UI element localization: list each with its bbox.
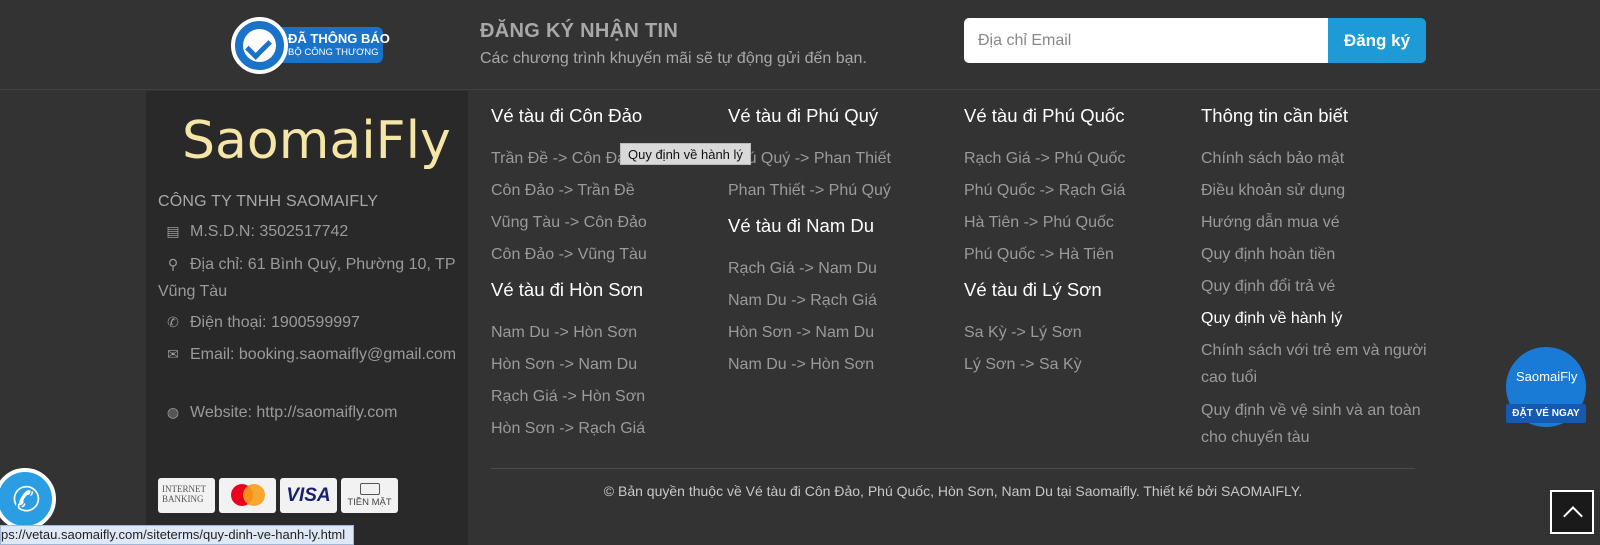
internet-banking-label: INTERNET BANKING	[162, 484, 206, 504]
cash-icon	[360, 483, 380, 495]
link-nam-du-hon-son-2[interactable]: Nam Du -> Hòn Sơn	[728, 351, 958, 383]
website-row: ◍ Website: http://saomaifly.com	[158, 399, 458, 426]
link-phu-quoc-ha-tien[interactable]: Phú Quốc -> Hà Tiên	[964, 241, 1194, 273]
mastercard-logo	[219, 478, 276, 513]
link-hygiene-safety-policy[interactable]: Quy định về vệ sinh và an toàn cho chuyế…	[1201, 397, 1441, 451]
copyright-text: © Bản quyền thuộc về Vé tàu đi Côn Đảo, …	[603, 483, 1303, 499]
envelope-icon: ✉	[167, 346, 179, 362]
phone-icon: ✆	[167, 314, 179, 330]
badge-circle	[231, 17, 288, 74]
subscribe-button[interactable]: Đăng ký	[1328, 18, 1426, 63]
link-rach-gia-hon-son[interactable]: Rạch Giá -> Hòn Sơn	[491, 383, 721, 415]
tax-row: ▤ M.S.D.N: 3502517742	[158, 218, 458, 245]
link-nam-du-rach-gia[interactable]: Nam Du -> Rạch Giá	[728, 287, 958, 319]
logo-text: SaomaiFly	[182, 111, 451, 171]
bo-cong-thuong-badge[interactable]: ĐÃ THÔNG BÁO BỘ CÔNG THƯƠNG	[231, 17, 390, 74]
info-column: Thông tin cần biết Chính sách bảo mật Đi…	[1201, 105, 1441, 457]
globe-icon: ◍	[166, 404, 180, 420]
badge-line1: ĐÃ THÔNG BÁO	[288, 31, 390, 46]
phone-row: ✆ Điện thoại: 1900599997	[158, 309, 458, 336]
link-tooltip: Quy định về hành lý	[620, 143, 751, 165]
link-rach-gia-nam-du[interactable]: Rạch Giá -> Nam Du	[728, 255, 958, 287]
link-nam-du-hon-son[interactable]: Nam Du -> Hòn Sơn	[491, 319, 721, 351]
book-now-button[interactable]: ĐẶT VÉ NGAY	[1506, 404, 1586, 423]
badge-label: ĐÃ THÔNG BÁO BỘ CÔNG THƯƠNG	[276, 27, 390, 63]
link-sa-ky-ly-son[interactable]: Sa Kỳ -> Lý Sơn	[964, 319, 1194, 351]
cash-label: TIỀN MẶT	[347, 497, 392, 508]
phu-quy-heading: Vé tàu đi Phú Quý	[728, 105, 879, 126]
con-dao-heading: Vé tàu đi Côn Đảo	[491, 105, 643, 126]
visa-label: VISA	[286, 485, 331, 506]
mastercard-orange-circle	[243, 484, 265, 506]
link-phu-quy-phan-thiet[interactable]: Phú Quý -> Phan Thiết	[728, 145, 958, 177]
address-text: Địa chỉ: 61 Bình Quý, Phường 10, TP Vũng…	[158, 256, 456, 300]
link-children-elderly-policy[interactable]: Chính sách với trẻ em và người cao tuổi	[1201, 337, 1441, 391]
link-rach-gia-phu-quoc[interactable]: Rạch Giá -> Phú Quốc	[964, 145, 1194, 177]
link-refund-policy[interactable]: Quy định hoàn tiền	[1201, 241, 1441, 273]
footer-divider	[491, 468, 1415, 469]
link-ly-son-sa-ky[interactable]: Lý Sơn -> Sa Kỳ	[964, 351, 1194, 383]
address-row: ⚲ Địa chỉ: 61 Bình Quý, Phường 10, TP Vũn…	[158, 251, 458, 305]
hon-son-heading: Vé tàu đi Hòn Sơn	[491, 279, 644, 300]
link-booking-guide[interactable]: Hướng dẫn mua vé	[1201, 209, 1441, 241]
saomaifly-logo[interactable]: SaomaiFly	[182, 105, 451, 175]
phone-text: Điện thoại: 1900599997	[190, 314, 360, 331]
website-text: Website: http://saomaifly.com	[190, 404, 398, 421]
company-name: CÔNG TY TNHH SAOMAIFLY	[158, 193, 379, 210]
scroll-to-top-button[interactable]	[1550, 490, 1594, 534]
link-privacy-policy[interactable]: Chính sách bảo mật	[1201, 145, 1441, 177]
email-row: ✉ Email: booking.saomaifly@gmail.com	[158, 341, 458, 368]
link-con-dao-vung-tau[interactable]: Côn Đảo -> Vũng Tàu	[491, 241, 721, 273]
phu-quoc-heading: Vé tàu đi Phú Quốc	[964, 105, 1125, 126]
link-ha-tien-phu-quoc[interactable]: Hà Tiên -> Phú Quốc	[964, 209, 1194, 241]
browser-status-url: ps://vetau.saomaifly.com/siteterms/quy-d…	[0, 525, 355, 545]
link-vung-tau-con-dao[interactable]: Vũng Tàu -> Côn Đảo	[491, 209, 721, 241]
nam-du-heading: Vé tàu đi Nam Du	[728, 215, 875, 236]
link-con-dao-tran-de[interactable]: Côn Đảo -> Trần Đề	[491, 177, 721, 209]
link-hon-son-nam-du-2[interactable]: Hòn Sơn -> Nam Du	[728, 319, 958, 351]
link-terms-of-use[interactable]: Điều khoản sử dụng	[1201, 177, 1441, 209]
link-phan-thiet-phu-quy[interactable]: Phan Thiết -> Phú Quý	[728, 177, 958, 209]
link-exchange-policy[interactable]: Quy định đổi trả vé	[1201, 273, 1441, 305]
call-button[interactable]: ✆	[0, 468, 56, 530]
visa-logo: VISA	[280, 478, 337, 513]
company-panel: SaomaiFly CÔNG TY TNHH SAOMAIFLY ▤ M.S.D.…	[146, 91, 468, 545]
link-baggage-policy[interactable]: Quy định về hành lý	[1201, 305, 1441, 337]
phu-quy-column: Vé tàu đi Phú Quý Phú Quý -> Phan Thiết …	[728, 105, 958, 383]
newsletter-subtitle: Các chương trình khuyến mãi sẽ tự động g…	[480, 50, 867, 67]
badge-logo-text: SaomaiFly	[1516, 369, 1578, 384]
email-text: Email: booking.saomaifly@gmail.com	[190, 346, 457, 363]
info-heading: Thông tin cần biết	[1201, 105, 1349, 126]
ly-son-heading: Vé tàu đi Lý Sơn	[964, 279, 1102, 300]
check-icon	[243, 29, 276, 62]
newsletter-bar: ĐÃ THÔNG BÁO BỘ CÔNG THƯƠNG ĐĂNG KÝ NHẬN…	[0, 0, 1600, 90]
badge-line2: BỘ CÔNG THƯƠNG	[288, 47, 379, 58]
map-marker-icon: ⚲	[167, 256, 179, 272]
tax-number: M.S.D.N: 3502517742	[190, 223, 349, 240]
phone-handset-icon: ✆	[8, 478, 44, 522]
link-phu-quoc-rach-gia[interactable]: Phú Quốc -> Rạch Giá	[964, 177, 1194, 209]
newsletter-title: ĐĂNG KÝ NHẬN TIN	[480, 20, 679, 42]
email-input[interactable]	[964, 18, 1328, 63]
internet-banking-logo: INTERNET BANKING	[158, 478, 215, 513]
link-hon-son-rach-gia[interactable]: Hòn Sơn -> Rạch Giá	[491, 415, 721, 447]
link-hon-son-nam-du[interactable]: Hòn Sơn -> Nam Du	[491, 351, 721, 383]
phu-quoc-column: Vé tàu đi Phú Quốc Rạch Giá -> Phú Quốc …	[964, 105, 1194, 383]
document-icon: ▤	[166, 223, 180, 239]
cash-logo: TIỀN MẶT	[341, 478, 398, 513]
